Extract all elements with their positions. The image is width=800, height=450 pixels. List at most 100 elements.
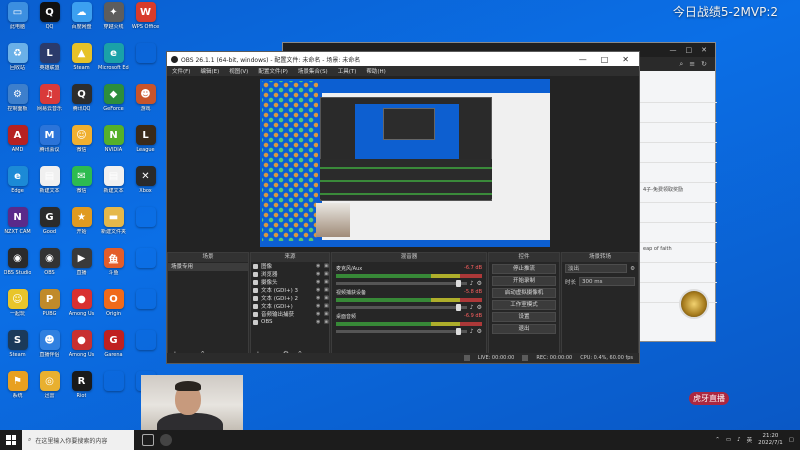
source-item[interactable]: 音频输出捕获 ◉ ▣ (251, 310, 329, 318)
desktop-icon[interactable]: R Riot (66, 371, 97, 412)
desktop-icon[interactable]: ☺ 微信 (66, 125, 97, 166)
input-language[interactable]: 英 (747, 436, 753, 444)
menu-profile[interactable]: 配置文件(P) (258, 67, 288, 75)
desktop-icon[interactable]: ◉ OBS Studio (2, 248, 33, 289)
exit-button[interactable]: 退出 (492, 324, 556, 334)
taskbar-search-box[interactable]: ⌕ 在这里输入你要搜索的内容 (22, 430, 134, 450)
desktop-icon[interactable]: ▲ Steam (66, 43, 97, 84)
list-item[interactable] (639, 123, 717, 143)
volume-slider[interactable] (336, 328, 467, 335)
start-recording-button[interactable]: 开始录制 (492, 276, 556, 286)
desktop-icon[interactable]: L 英雄联盟 (34, 43, 65, 84)
desktop-icon[interactable]: W WPS Office (130, 2, 161, 43)
transition-type-select[interactable]: 淡出 (565, 264, 628, 273)
maximize-button[interactable]: □ (601, 55, 609, 64)
desktop-icon[interactable]: ▬ 新建文件夹 (98, 207, 129, 248)
desktop-icon[interactable]: G Garena (98, 330, 129, 371)
desktop-icon[interactable]: ▤ 新建文本 (98, 166, 129, 207)
desktop-icon[interactable]: ⚙ 控制面板 (2, 84, 33, 125)
desktop-icon[interactable]: ♫ 网易云音乐 (34, 84, 65, 125)
desktop-icon[interactable]: e Microsoft Edge (98, 43, 129, 84)
minimize-button[interactable]: — (579, 55, 587, 64)
desktop-icon[interactable]: ● Among Us (66, 289, 97, 330)
desktop-icon[interactable]: G Good (34, 207, 65, 248)
gear-icon[interactable]: ⚙ (477, 280, 482, 287)
menu-tools[interactable]: 工具(T) (338, 67, 357, 75)
desktop-icon[interactable]: ★ 开始 (66, 207, 97, 248)
list-icon[interactable]: ≡ (689, 60, 695, 68)
list-item[interactable] (639, 163, 717, 183)
speaker-icon[interactable]: ♪ (470, 304, 474, 311)
desktop-icon[interactable]: Q 腾讯QQ (66, 84, 97, 125)
gear-icon[interactable]: ⚙ (630, 266, 635, 272)
desktop-icon[interactable]: ◎ 迅雷 (34, 371, 65, 412)
lock-icon[interactable]: ▣ (324, 279, 329, 285)
visibility-eye-icon[interactable]: ◉ (316, 287, 321, 293)
desktop-icon[interactable]: ☻ 直播伴侣 (34, 330, 65, 371)
studio-mode-button[interactable]: 工作室模式 (492, 300, 556, 310)
list-item[interactable]: 4子-免费领取奖励 (639, 183, 717, 203)
volume-icon[interactable]: ♪ (737, 437, 741, 443)
lock-icon[interactable]: ▣ (324, 319, 329, 325)
desktop-icon[interactable]: e Edge (2, 166, 33, 207)
list-item[interactable] (639, 103, 717, 123)
close-button[interactable]: ✕ (622, 55, 629, 64)
visibility-eye-icon[interactable]: ◉ (316, 311, 321, 317)
chevron-up-icon[interactable]: ⌃ (715, 437, 720, 443)
source-item[interactable]: 图像 ◉ ▣ (251, 262, 329, 270)
slider-handle[interactable] (456, 280, 462, 287)
source-item[interactable]: 文本 (GDI+) ◉ ▣ (251, 302, 329, 310)
visibility-eye-icon[interactable]: ◉ (316, 319, 321, 325)
list-item[interactable] (639, 223, 717, 243)
menu-scene-collection[interactable]: 场景集合(S) (298, 67, 328, 75)
desktop-icon[interactable]: ☻ 游戏 (130, 84, 161, 125)
desktop-icon[interactable]: ▭ 此电脑 (2, 2, 33, 43)
speaker-icon[interactable]: ♪ (470, 328, 474, 335)
list-item[interactable] (639, 203, 717, 223)
obs-preview[interactable] (167, 76, 639, 252)
lock-icon[interactable]: ▣ (324, 287, 329, 293)
start-button[interactable] (0, 430, 22, 450)
desktop-icon[interactable]: ✦ 穿越火线 (98, 2, 129, 43)
visibility-eye-icon[interactable]: ◉ (316, 271, 321, 277)
desktop-icon[interactable]: N NZXT CAM (2, 207, 33, 248)
desktop-icon[interactable]: ● Among Us (66, 330, 97, 371)
source-item[interactable]: 摄像头 ◉ ▣ (251, 278, 329, 286)
source-item[interactable]: 文本 (GDI+) 2 ◉ ▣ (251, 294, 329, 302)
menu-file[interactable]: 文件(F) (172, 67, 190, 75)
list-item[interactable] (639, 263, 717, 283)
desktop-icon[interactable]: P PUBG (34, 289, 65, 330)
obs-taskbar-icon[interactable] (160, 434, 172, 446)
desktop-icon[interactable]: ◆ GeForce (98, 84, 129, 125)
desktop-icon[interactable]: ⚑ 系统 (2, 371, 33, 412)
search-icon[interactable]: ⌕ (679, 60, 683, 69)
desktop-icon[interactable]: ☁ 百度网盘 (66, 2, 97, 43)
desktop-icon[interactable]: A AMD (2, 125, 33, 166)
desktop-icon[interactable]: ♻ 回收站 (2, 43, 33, 84)
source-item[interactable]: 文本 (GDI+) 3 ◉ ▣ (251, 286, 329, 294)
desktop-icon[interactable]: ▶ 直播 (66, 248, 97, 289)
gear-icon[interactable]: ⚙ (477, 304, 482, 311)
desktop-icon[interactable]: ▤ 新建文本 (34, 166, 65, 207)
settings-button[interactable]: 设置 (492, 312, 556, 322)
visibility-eye-icon[interactable]: ◉ (316, 303, 321, 309)
desktop-icon[interactable]: S Steam (2, 330, 33, 371)
lock-icon[interactable]: ▣ (324, 295, 329, 301)
task-view-icon[interactable] (142, 434, 154, 446)
source-item[interactable]: 浏览器 ◉ ▣ (251, 270, 329, 278)
lock-icon[interactable]: ▣ (324, 271, 329, 277)
desktop-icon[interactable]: ✕ Xbox (130, 166, 161, 207)
source-item[interactable]: OBS ◉ ▣ (251, 318, 329, 326)
clock[interactable]: 21:20 2022/7/1 (758, 433, 783, 447)
desktop-icon[interactable]: O Origin (98, 289, 129, 330)
desktop-icon[interactable]: L League (130, 125, 161, 166)
volume-slider[interactable] (336, 304, 467, 311)
refresh-icon[interactable]: ↻ (701, 60, 707, 68)
list-item[interactable] (639, 83, 717, 103)
start-virtual-camera-button[interactable]: 启动虚拟摄像机 (492, 288, 556, 298)
desktop-icon[interactable]: 鱼斗鱼 (98, 248, 129, 289)
desktop-icon[interactable]: N NVIDIA (98, 125, 129, 166)
desktop-icon[interactable]: ☺ 一起玩 (2, 289, 33, 330)
visibility-eye-icon[interactable]: ◉ (316, 295, 321, 301)
desktop-icon[interactable]: ✉ 微信 (66, 166, 97, 207)
